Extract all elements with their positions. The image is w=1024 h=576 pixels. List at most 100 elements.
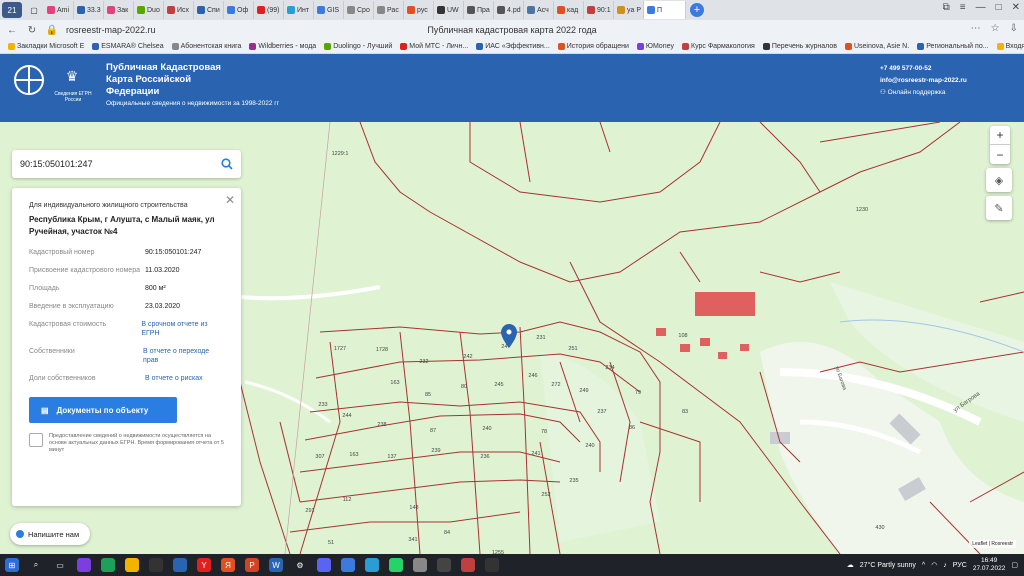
- plot-number-label: 272: [551, 382, 560, 388]
- browser-tab[interactable]: GIS: [314, 1, 344, 19]
- browser-tab[interactable]: рус: [404, 1, 434, 19]
- browser-tab[interactable]: Оф: [224, 1, 254, 19]
- language-indicator[interactable]: РУС: [953, 562, 967, 569]
- telegram-icon[interactable]: [365, 558, 379, 572]
- url-field[interactable]: rosreestr-map-2022.ru: [66, 25, 156, 35]
- documents-button[interactable]: ▤ Документы по объекту: [29, 397, 177, 423]
- info-note: Предоставление сведений о недвижимости о…: [29, 433, 225, 454]
- tray-arrow-icon[interactable]: ^: [922, 562, 925, 569]
- zoom-out-button[interactable]: −: [990, 145, 1010, 164]
- close-icon[interactable]: ✕: [225, 193, 235, 207]
- search-icon[interactable]: [221, 158, 233, 170]
- search-input[interactable]: [12, 159, 212, 169]
- app5-icon[interactable]: [461, 558, 475, 572]
- browser-tab[interactable]: UW: [434, 1, 464, 19]
- layers-button[interactable]: ◈: [986, 168, 1012, 192]
- chat-button[interactable]: Напишите нам: [10, 523, 90, 545]
- browser-tab[interactable]: 33.3: [74, 1, 104, 19]
- search-taskbar-icon[interactable]: ⌕: [29, 558, 43, 572]
- app4-icon[interactable]: [437, 558, 451, 572]
- weather-text[interactable]: 27°C Partly sunny: [860, 562, 916, 569]
- browser-tab[interactable]: Исх: [164, 1, 194, 19]
- browser-icon[interactable]: Я: [221, 558, 235, 572]
- tabs-overview-icon[interactable]: ▢: [24, 2, 44, 18]
- bookmark-item[interactable]: Мой МТС - Личн...: [400, 43, 468, 50]
- discord-icon[interactable]: [317, 558, 331, 572]
- phone-link[interactable]: +7 499 577-00-52: [880, 63, 967, 75]
- bookmark-item[interactable]: Duolingo - Лучший: [324, 43, 392, 50]
- network-icon[interactable]: ◠: [931, 561, 937, 569]
- bookmark-item[interactable]: Курс Фармакология: [682, 43, 755, 50]
- bookmark-item[interactable]: Региональный по...: [917, 43, 989, 50]
- minimize-button[interactable]: —: [976, 2, 986, 13]
- browser-tab[interactable]: кад: [554, 1, 584, 19]
- task-view-icon[interactable]: ▭: [53, 558, 67, 572]
- browser-tab[interactable]: Зак: [104, 1, 134, 19]
- app-icon[interactable]: [77, 558, 91, 572]
- site-logo-icon[interactable]: [14, 65, 44, 95]
- browser-tab[interactable]: Пра: [464, 1, 494, 19]
- download-icon[interactable]: ⇩: [1010, 23, 1018, 34]
- menu-icon[interactable]: ≡: [960, 2, 966, 13]
- ruler-button[interactable]: ✎: [986, 196, 1012, 220]
- new-tab-button[interactable]: +: [690, 3, 704, 17]
- acrobat-icon[interactable]: [485, 558, 499, 572]
- plot-number-label: 87: [430, 428, 436, 434]
- bookmark-item[interactable]: Входящие -: [996, 43, 1024, 50]
- map-attribution[interactable]: Leaflet | Rosreestr: [969, 540, 1016, 548]
- explorer-icon[interactable]: [125, 558, 139, 572]
- info-link[interactable]: В отчете о рисках: [145, 374, 203, 383]
- start-icon[interactable]: ⊞: [5, 558, 19, 572]
- browser-tab[interactable]: 90:1: [584, 1, 614, 19]
- bookmark-item[interactable]: Абонентская книга: [171, 43, 241, 50]
- app3-icon[interactable]: [413, 558, 427, 572]
- reload-icon[interactable]: ↻: [24, 22, 40, 38]
- browser-tab[interactable]: 4.pd: [494, 1, 524, 19]
- tab-counter[interactable]: 21: [2, 2, 22, 18]
- maximize-button[interactable]: □: [996, 2, 1002, 13]
- yandex-icon[interactable]: Y: [197, 558, 211, 572]
- browser-tab[interactable]: Рас: [374, 1, 404, 19]
- bookmark-item[interactable]: История обращени: [557, 43, 629, 50]
- settings-icon[interactable]: ⚙: [293, 558, 307, 572]
- edge-icon[interactable]: [101, 558, 115, 572]
- volume-icon[interactable]: ♪: [943, 562, 947, 569]
- bookmark-item[interactable]: Закладки Microsoft E: [8, 43, 84, 50]
- clock[interactable]: 16:49 27.07.2022: [973, 557, 1006, 573]
- browser-tab[interactable]: Ami: [44, 1, 74, 19]
- browser-tab[interactable]: (99): [254, 1, 284, 19]
- email-link[interactable]: info@rosreestr-map-2022.ru: [880, 75, 967, 87]
- browser-tab[interactable]: Duo: [134, 1, 164, 19]
- bookmark-item[interactable]: ESMARA® Chelsea: [92, 43, 164, 50]
- documents-button-label: Документы по объекту: [56, 405, 149, 415]
- app2-icon[interactable]: [341, 558, 355, 572]
- bookmark-item[interactable]: Useinova, Asie N.: [844, 43, 909, 50]
- browser-tab[interactable]: Спи: [194, 1, 224, 19]
- browser-tab[interactable]: Асч: [524, 1, 554, 19]
- info-link[interactable]: В отчете о переходе прав: [143, 347, 225, 365]
- zoom-in-button[interactable]: +: [990, 126, 1010, 145]
- back-icon[interactable]: ←: [4, 22, 20, 38]
- store-icon[interactable]: [149, 558, 163, 572]
- notifications-icon[interactable]: ▢: [1011, 561, 1018, 569]
- bookmark-item[interactable]: ЮMoney: [636, 43, 674, 50]
- bookmark-item[interactable]: Перечень журналов: [762, 43, 837, 50]
- info-key: Присвоение кадастрового номера: [29, 267, 140, 274]
- browser-tab[interactable]: Сро: [344, 1, 374, 19]
- whatsapp-icon[interactable]: [389, 558, 403, 572]
- bookmark-item[interactable]: ИАС «Эффективн...: [476, 43, 550, 50]
- browser-tab[interactable]: ya P: [614, 1, 644, 19]
- browser-tab[interactable]: Инт: [284, 1, 314, 19]
- mail-icon[interactable]: [173, 558, 187, 572]
- browser-tab[interactable]: П: [644, 1, 686, 19]
- powerpoint-icon[interactable]: P: [245, 558, 259, 572]
- support-link[interactable]: ⚇ Онлайн поддержка: [880, 87, 967, 99]
- extensions-icon[interactable]: ⋯: [971, 23, 981, 34]
- bookmark-item[interactable]: Wildberries - мода: [249, 43, 316, 50]
- bookmark-star-icon[interactable]: ☆: [991, 23, 1000, 34]
- word-icon[interactable]: W: [269, 558, 283, 572]
- info-link[interactable]: В срочном отчете из ЕГРН: [141, 320, 225, 338]
- close-button[interactable]: ✕: [1012, 2, 1020, 13]
- bookmark-icon[interactable]: ⧉: [943, 2, 950, 13]
- chat-label: Напишите нам: [28, 529, 80, 539]
